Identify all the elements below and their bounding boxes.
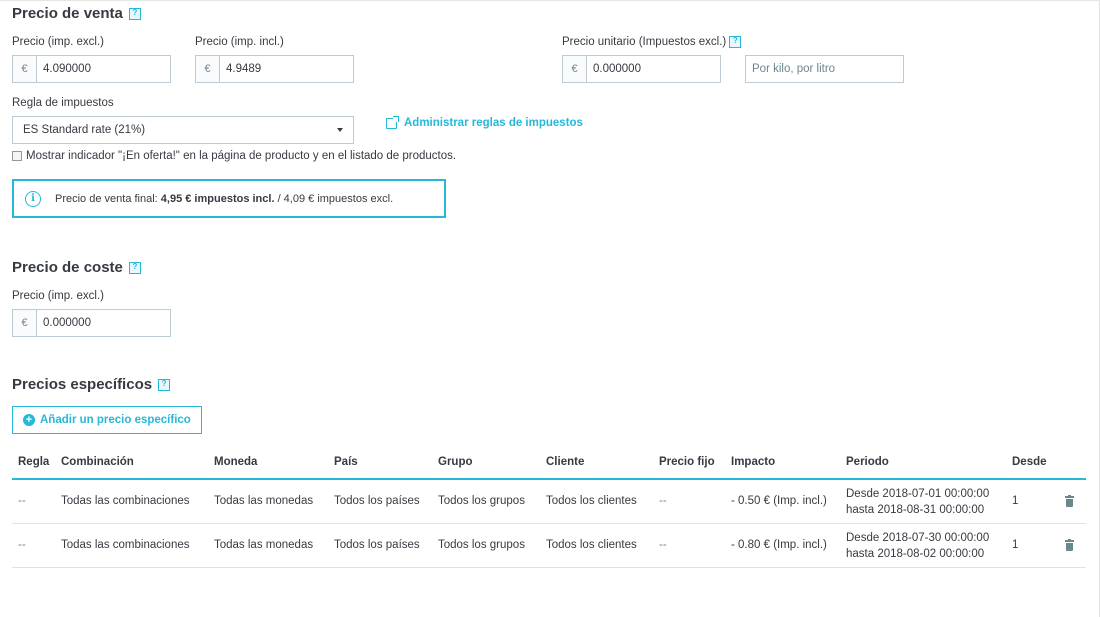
currency-addon: €: [13, 56, 37, 82]
unity-input[interactable]: Por kilo, por litro: [745, 55, 904, 83]
period-from: Desde 2018-07-30 00:00:00: [846, 532, 990, 544]
cell-combination: Todas las combinaciones: [61, 495, 190, 507]
final-price-incl: 4,95 € impuestos incl.: [160, 192, 275, 205]
final-price-prefix: Precio de venta final:: [55, 192, 161, 205]
price-tax-excl-input[interactable]: € 4.090000: [12, 55, 171, 83]
trash-lid: [1065, 496, 1074, 498]
column-header-country: País: [334, 456, 358, 468]
cost-price-heading: Precio de coste: [12, 259, 141, 276]
sale-price-heading: Precio de venta: [12, 5, 141, 22]
currency-addon: €: [13, 310, 37, 336]
final-price-excl: / 4,09 € impuestos excl.: [274, 192, 394, 205]
cell-impact: - 0.80 € (Imp. incl.): [731, 539, 827, 551]
cell-group: Todos los grupos: [438, 495, 525, 507]
cell-country: Todos los países: [334, 495, 420, 507]
info-icon: i: [25, 190, 41, 207]
trash-lid: [1065, 540, 1074, 542]
cell-customer: Todos los clientes: [546, 495, 637, 507]
unity-placeholder: Por kilo, por litro: [752, 63, 836, 75]
cell-from-quantity: 1: [1012, 539, 1019, 551]
manage-tax-rules-text: Administrar reglas de impuestos: [404, 117, 583, 129]
trash-icon[interactable]: [1065, 495, 1074, 507]
price-tax-incl-value: 4.9489: [226, 63, 262, 75]
tax-rule-select[interactable]: ES Standard rate (21%): [12, 116, 354, 144]
cost-price-label: Precio (imp. excl.): [12, 290, 105, 302]
row-divider: [12, 567, 1086, 568]
cell-rule: --: [18, 539, 26, 551]
cell-customer: Todos los clientes: [546, 539, 637, 551]
cell-group: Todos los grupos: [438, 539, 525, 551]
specific-prices-title: Precios específicos: [12, 376, 153, 393]
column-header-period: Periodo: [846, 456, 889, 468]
on-sale-checkbox-label: Mostrar indicador "¡En oferta!" en la pá…: [26, 150, 457, 162]
cell-impact: - 0.50 € (Imp. incl.): [731, 495, 827, 507]
specific-prices-heading: Precios específicos: [12, 376, 171, 393]
unit-price-value: 0.000000: [593, 63, 641, 75]
row-divider: [12, 523, 1086, 524]
external-link-icon: [386, 115, 399, 129]
column-header-customer: Cliente: [546, 456, 585, 468]
column-header-fixed-price: Precio fijo: [659, 456, 715, 468]
price-tax-excl-label: Precio (imp. excl.): [12, 36, 105, 48]
plus-circle-icon: +: [23, 414, 35, 426]
cell-fixed-price: --: [659, 539, 667, 551]
manage-tax-rules-link[interactable]: Administrar reglas de impuestos: [386, 115, 583, 129]
help-icon[interactable]: [729, 36, 742, 48]
help-icon[interactable]: [128, 7, 141, 20]
on-sale-checkbox-row[interactable]: Mostrar indicador "¡En oferta!" en la pá…: [12, 150, 456, 162]
help-icon[interactable]: [128, 261, 141, 274]
currency-addon: €: [196, 56, 220, 82]
cell-rule: --: [18, 495, 26, 507]
column-header-from: Desde: [1012, 456, 1047, 468]
unit-price-label-text: Precio unitario (Impuestos excl.): [562, 36, 727, 48]
caret-down-icon: [337, 128, 343, 132]
column-header-combination: Combinación: [61, 456, 134, 468]
cell-currency: Todas las monedas: [214, 495, 314, 507]
cell-period: Desde 2018-07-01 00:00:00 hasta 2018-08-…: [846, 486, 989, 518]
trash-can: [1066, 543, 1073, 551]
help-icon[interactable]: [158, 378, 171, 391]
unit-price-input[interactable]: € 0.000000: [562, 55, 721, 83]
cell-country: Todos los países: [334, 539, 420, 551]
trash-can: [1066, 499, 1073, 507]
price-tax-excl-value: 4.090000: [43, 63, 91, 75]
column-header-currency: Moneda: [214, 456, 258, 468]
cell-currency: Todas las monedas: [214, 539, 314, 551]
top-divider: [0, 0, 1100, 1]
final-price-text: Precio de venta final: 4,95 € impuestos …: [55, 193, 393, 205]
tax-rule-selected: ES Standard rate (21%): [23, 124, 146, 136]
cell-from-quantity: 1: [1012, 495, 1019, 507]
column-header-impact: Impacto: [731, 456, 776, 468]
column-header-rule: Regla: [18, 456, 50, 468]
cost-price-input[interactable]: € 0.000000: [12, 309, 171, 337]
trash-icon[interactable]: [1065, 539, 1074, 551]
tax-rule-label: Regla de impuestos: [12, 97, 114, 109]
final-price-alert: i Precio de venta final: 4,95 € impuesto…: [12, 179, 446, 218]
add-specific-price-label: Añadir un precio específico: [40, 414, 191, 426]
cost-price-title: Precio de coste: [12, 259, 123, 276]
cell-fixed-price: --: [659, 495, 667, 507]
price-tax-incl-input[interactable]: € 4.9489: [195, 55, 354, 83]
price-tax-incl-label: Precio (imp. incl.): [195, 36, 284, 48]
on-sale-checkbox[interactable]: [12, 151, 22, 161]
column-header-group: Grupo: [438, 456, 473, 468]
cost-price-value: 0.000000: [43, 317, 91, 329]
sale-price-title: Precio de venta: [12, 5, 123, 22]
cell-combination: Todas las combinaciones: [61, 539, 190, 551]
period-from: Desde 2018-07-01 00:00:00: [846, 488, 990, 500]
cell-period: Desde 2018-07-30 00:00:00 hasta 2018-08-…: [846, 530, 989, 562]
period-to: hasta 2018-08-02 00:00:00: [846, 548, 985, 560]
period-to: hasta 2018-08-31 00:00:00: [846, 504, 985, 516]
add-specific-price-button[interactable]: + Añadir un precio específico: [12, 406, 202, 434]
currency-addon: €: [563, 56, 587, 82]
table-header-underline: [12, 478, 1086, 480]
unit-price-label: Precio unitario (Impuestos excl.): [562, 36, 742, 48]
